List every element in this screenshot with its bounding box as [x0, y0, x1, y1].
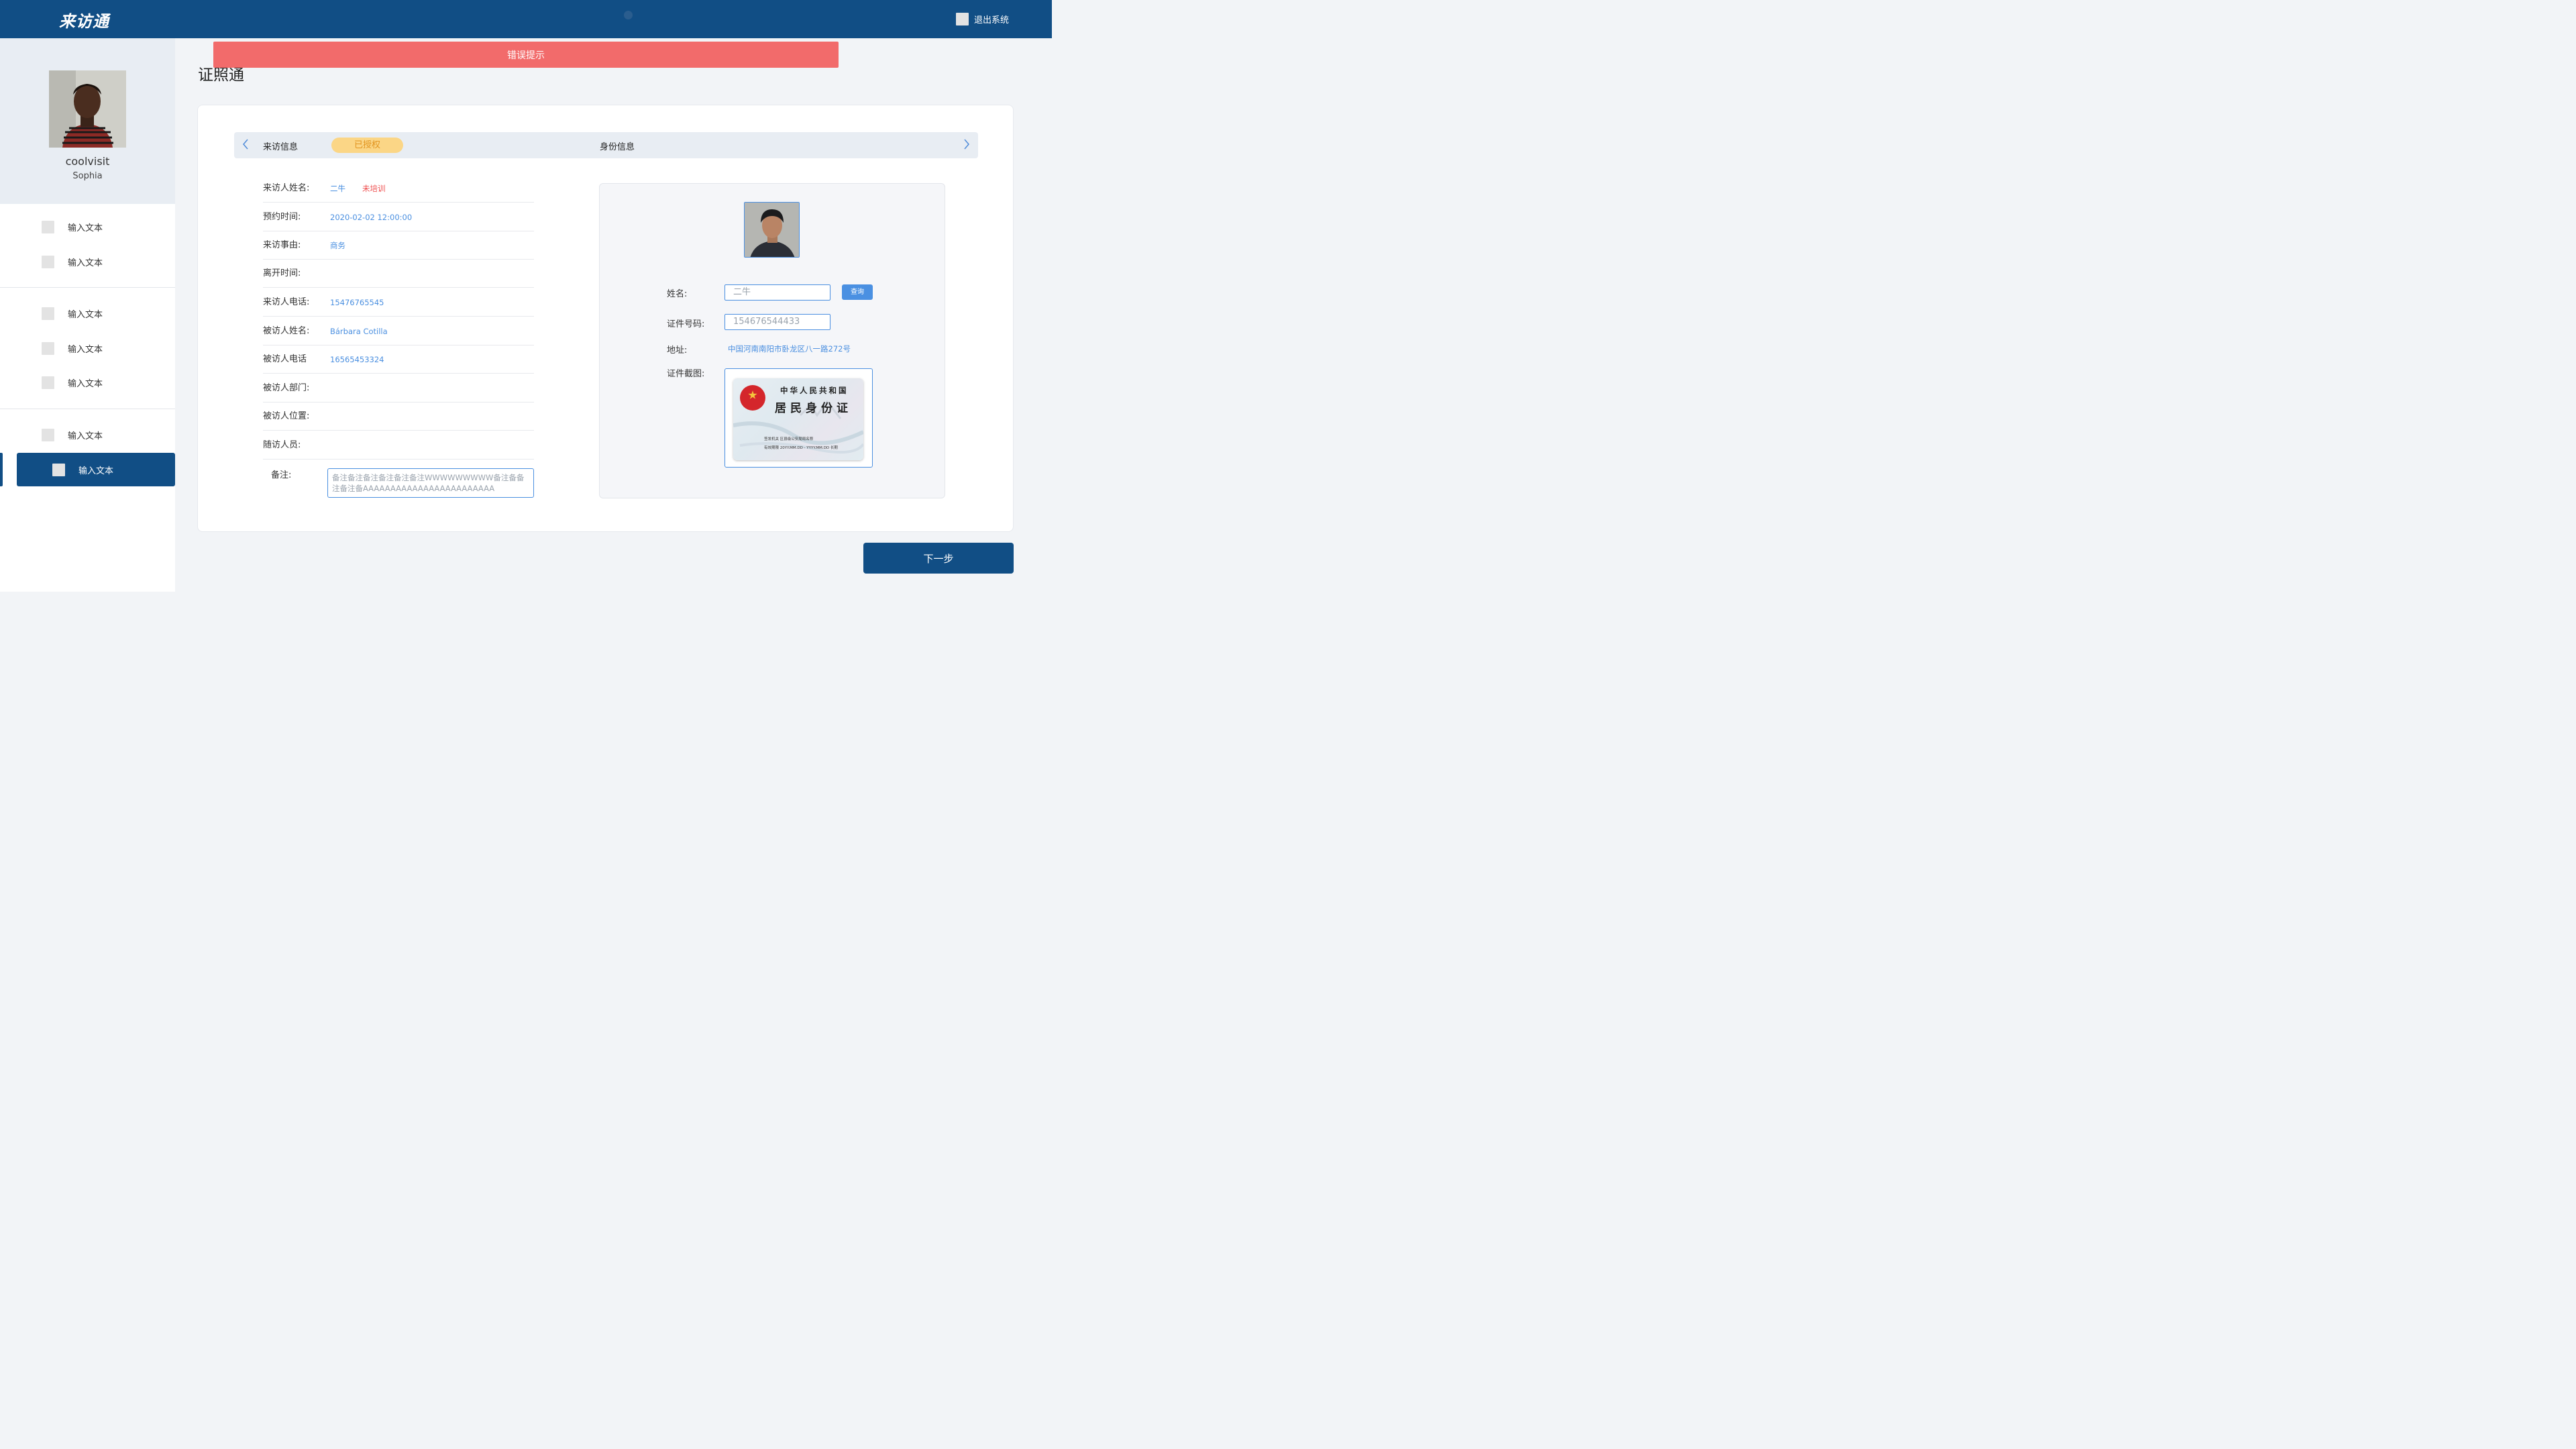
step-bar: 来访信息 已授权 身份信息 [234, 132, 978, 158]
sidebar-item-label: 输入文本 [68, 223, 103, 233]
sidebar-item-icon [42, 428, 54, 441]
sidebar-item-label: 输入文本 [68, 431, 103, 441]
address-value: 中国河南南阳市卧龙区八一路272号 [728, 344, 851, 354]
row-host-name: 被访人姓名: Bárbara Cotilla [263, 317, 534, 345]
id-screenshot[interactable]: 中华人民共和国 居民身份证 签发机关 区县级公安局局名称 有效期限 20YY.M… [724, 368, 873, 468]
row-value: 16565453324 [330, 355, 384, 364]
row-host-location: 被访人位置: [263, 402, 534, 431]
row-appointment-time: 预约时间: 2020-02-02 12:00:00 [263, 203, 534, 231]
status-dot [624, 11, 633, 19]
logout-label: 退出系统 [974, 15, 1010, 25]
row-host-phone: 被访人电话 16565453324 [263, 345, 534, 374]
row-host-department: 被访人部门: [263, 374, 534, 402]
sidebar-item-7-active[interactable]: 输入文本 [17, 453, 175, 486]
id-card-line1: 中华人民共和国 [780, 386, 849, 395]
active-indicator [0, 453, 3, 486]
id-card-image: 中华人民共和国 居民身份证 签发机关 区县级公安局局名称 有效期限 20YY.M… [733, 378, 863, 460]
row-visitor-name: 来访人姓名: 二牛 未培训 [263, 174, 534, 203]
row-label: 离开时间: [263, 268, 301, 278]
row-label: 来访人姓名: [263, 183, 310, 193]
sidebar-item-label: 输入文本 [78, 466, 114, 476]
query-button[interactable]: 查询 [842, 284, 873, 300]
error-banner: 错误提示 [213, 42, 839, 68]
sidebar-divider [0, 287, 175, 288]
chevron-right-icon[interactable] [963, 139, 970, 152]
sidebar-item-icon [42, 307, 54, 320]
sidebar-item-4[interactable]: 输入文本 [42, 341, 103, 356]
row-label: 来访人电话: [263, 297, 310, 307]
row-value: 15476765545 [330, 298, 384, 307]
row-visitor-phone: 来访人电话: 15476765545 [263, 288, 534, 317]
row-label: 预约时间: [263, 212, 301, 222]
row-visit-reason: 来访事由: 商务 [263, 231, 534, 260]
profile-username: coolvisit [65, 155, 110, 168]
row-label: 被访人电话 [263, 354, 307, 364]
sidebar: coolvisit Sophia 输入文本 输入文本 输入文本 输入文本 输入文… [0, 38, 175, 592]
national-emblem-icon [740, 385, 765, 411]
screenshot-label: 证件截图: [667, 369, 705, 379]
sidebar-item-icon [42, 341, 54, 355]
sidebar-item-icon [52, 463, 65, 476]
sidebar-item-3[interactable]: 输入文本 [42, 306, 103, 321]
main-card: 来访信息 已授权 身份信息 来访人姓名: 二牛 未培训 预约时间: 2020-0… [197, 105, 1014, 532]
row-value: 商务 [330, 241, 345, 250]
address-label: 地址: [667, 345, 688, 356]
row-value: 二牛 [330, 184, 345, 193]
name-label: 姓名: [667, 289, 688, 299]
id-card-validity: 有效期限 20YY.MM.DD - YYYY.MM.DD 长期 [764, 446, 838, 450]
row-label: 被访人姓名: [263, 326, 310, 336]
top-bar: 来访通 退出系统 [0, 0, 1052, 38]
row-label: 随访人员: [263, 440, 301, 450]
profile-subname: Sophia [72, 171, 103, 181]
sidebar-item-1[interactable]: 输入文本 [42, 219, 103, 234]
row-label: 来访事由: [263, 240, 301, 250]
row-companions: 随访人员: [263, 431, 534, 460]
logout-button[interactable]: 退出系统 [956, 12, 1009, 25]
avatar [49, 70, 126, 148]
id-photo [744, 202, 800, 258]
training-tag: 未培训 [362, 184, 386, 193]
id-number-label: 证件号码: [667, 319, 705, 329]
sidebar-item-2[interactable]: 输入文本 [42, 254, 103, 269]
step-identity-info[interactable]: 身份信息 [600, 140, 635, 152]
sidebar-item-label: 输入文本 [68, 309, 103, 320]
sidebar-item-icon [42, 255, 54, 268]
name-input[interactable]: 二牛 [724, 284, 830, 301]
chevron-left-icon[interactable] [242, 139, 249, 152]
sidebar-item-5[interactable]: 输入文本 [42, 375, 103, 390]
id-card-line2: 居民身份证 [775, 402, 852, 415]
status-badge: 已授权 [331, 138, 403, 153]
step-visitor-info[interactable]: 来访信息 [263, 140, 298, 152]
sidebar-item-label: 输入文本 [68, 378, 103, 389]
id-card-authority: 签发机关 区县级公安局局名称 [764, 437, 814, 441]
profile-panel: coolvisit Sophia [0, 38, 175, 204]
row-leave-time: 离开时间: [263, 260, 534, 288]
row-label: 被访人位置: [263, 411, 310, 421]
logout-icon [956, 12, 969, 25]
next-step-button[interactable]: 下一步 [863, 543, 1014, 574]
sidebar-item-icon [42, 376, 54, 389]
row-value: 2020-02-02 12:00:00 [330, 213, 413, 222]
remark-textarea[interactable]: 备注备注备注备注备注备注WWWWWWWWW备注备备注备注备AAAAAAAAAAA… [327, 468, 534, 498]
id-number-input[interactable]: 154676544433 [724, 314, 830, 330]
row-label: 被访人部门: [263, 383, 310, 393]
sidebar-item-6[interactable]: 输入文本 [42, 427, 103, 442]
row-value: Bárbara Cotilla [330, 327, 388, 336]
remark-label: 备注: [271, 470, 292, 480]
identity-panel: 姓名: 二牛 查询 证件号码: 154676544433 地址: 中国河南南阳市… [599, 183, 945, 498]
sidebar-item-label: 输入文本 [68, 344, 103, 355]
sidebar-item-label: 输入文本 [68, 258, 103, 268]
app-logo: 来访通 [59, 12, 109, 31]
sidebar-item-icon [42, 220, 54, 233]
